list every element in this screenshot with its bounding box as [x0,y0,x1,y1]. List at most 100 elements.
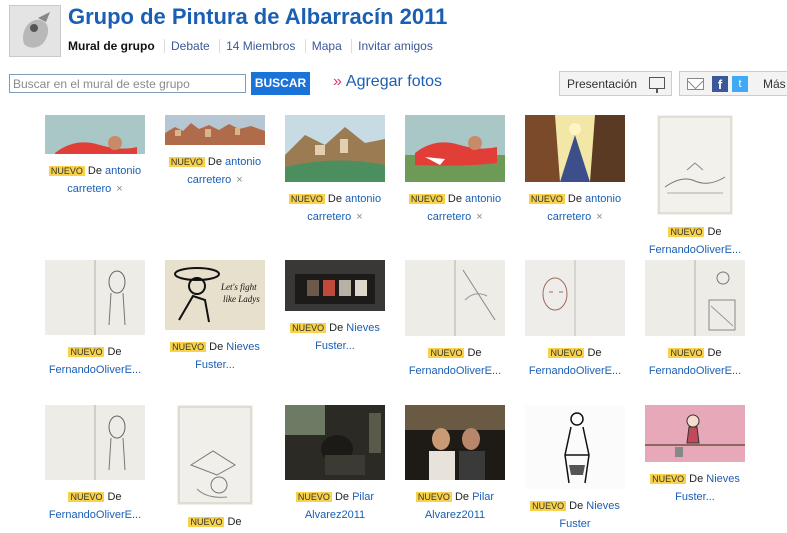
photo-caption: NUEVO De antonio carretero × [510,190,640,226]
tab-members[interactable]: 14 Miembros [219,38,301,53]
author-link[interactable]: Pilar [472,491,494,503]
author-link[interactable]: carretero [67,183,111,195]
caption-line-1: NUEVO De [630,344,760,362]
author-link[interactable]: carretero [547,211,591,223]
photo-caption: NUEVO De antonio carretero × [30,162,160,198]
photo-thumbnail[interactable] [525,115,625,182]
by-label: De [329,322,347,334]
author-link[interactable]: antonio [345,193,381,205]
caption-line-2: carretero × [390,208,520,226]
group-avatar[interactable] [9,5,61,57]
new-badge: NUEVO [415,492,452,502]
photo-caption: NUEVO De FernandoOliverE... [630,223,760,259]
photo-thumbnail[interactable] [525,405,625,489]
photo-thumbnail[interactable] [177,405,253,505]
photo-thumbnail[interactable]: Let's fight like Ladys [165,260,265,330]
caption-line-1: NUEVO De antonio [270,190,400,208]
author-link[interactable]: FernandoOliverE... [49,364,141,376]
remove-icon[interactable]: × [356,211,362,223]
by-label: De [87,165,106,177]
caption-line-2: carretero × [510,208,640,226]
photo-thumbnail[interactable] [45,260,145,335]
photo-thumbnail[interactable] [405,260,505,336]
caption-line-1: NUEVO De Nieves [270,319,400,337]
author-link[interactable]: carretero [427,211,471,223]
photo-thumbnail[interactable] [657,115,733,215]
remove-icon[interactable]: × [476,211,482,223]
author-link[interactable]: Nieves [706,473,740,485]
photo-caption: NUEVO De [150,513,280,531]
twitter-icon[interactable]: t [732,76,748,92]
author-link[interactable]: FernandoOliverE... [529,365,621,377]
caption-line-1: NUEVO De [390,344,520,362]
author-link[interactable]: FernandoOliverE... [49,509,141,521]
add-photos-label: Agregar fotos [345,73,442,90]
remove-icon[interactable]: × [116,183,122,195]
photo-caption: NUEVO De antonio carretero × [390,190,520,226]
author-link[interactable]: Nieves [586,500,620,512]
photo-thumbnail[interactable] [285,115,385,182]
photo-caption: NUEVO De FernandoOliverE... [390,344,520,380]
remove-icon[interactable]: × [236,174,242,186]
photo-thumbnail[interactable] [405,115,505,182]
author-link[interactable]: carretero [187,174,231,186]
new-badge: NUEVO [68,492,105,502]
new-badge: NUEVO [650,474,687,484]
by-label: De [209,341,227,353]
author-link[interactable]: FernandoOliverE... [409,365,501,377]
group-title[interactable]: Grupo de Pintura de Albarracín 2011 [68,4,447,30]
new-badge: NUEVO [668,348,705,358]
author-link[interactable]: Fuster... [195,359,235,371]
chevron-right-icon: » [333,73,342,90]
search-button[interactable]: BUSCAR [251,72,310,95]
photo-thumbnail[interactable] [405,405,505,480]
author-link[interactable]: Alvarez2011 [425,509,485,521]
new-badge: NUEVO [428,348,465,358]
svg-text:like Ladys: like Ladys [223,294,260,304]
presentation-button[interactable]: Presentación [559,71,672,96]
author-link[interactable]: Nieves [346,322,380,334]
more-button[interactable]: Más [763,77,786,91]
mail-icon[interactable] [687,78,704,90]
wall-search-input[interactable] [9,74,246,93]
tab-discussion[interactable]: Debate [164,38,216,53]
tab-group-wall[interactable]: Mural de grupo [68,39,161,53]
photo-thumbnail[interactable] [285,405,385,480]
author-link[interactable]: antonio [585,193,621,205]
author-link[interactable]: Fuster... [315,340,355,352]
tab-map[interactable]: Mapa [304,38,348,53]
caption-line-1: NUEVO De [150,513,280,531]
author-link[interactable]: Pilar [352,491,374,503]
photo-thumbnail[interactable] [45,115,145,154]
photo-thumbnail[interactable] [45,405,145,480]
photo-thumbnail[interactable] [645,260,745,336]
caption-line-1: NUEVO De Pilar [390,488,520,506]
caption-line-2: Fuster... [150,356,280,374]
photo-thumbnail[interactable] [285,260,385,311]
remove-icon[interactable]: × [596,211,602,223]
author-link[interactable]: antonio [105,165,141,177]
author-link[interactable]: carretero [307,211,351,223]
photo-caption: NUEVO De FernandoOliverE... [30,343,160,379]
photo-thumbnail[interactable] [645,405,745,462]
caption-line-2: Fuster... [630,488,760,506]
author-link[interactable]: FernandoOliverE... [649,365,741,377]
tab-invite-friends[interactable]: Invitar amigos [351,38,439,53]
add-photos-link[interactable]: » Agregar fotos [333,73,442,91]
new-badge: NUEVO [295,492,332,502]
facebook-icon[interactable]: f [712,76,728,92]
caption-line-2: Alvarez2011 [270,506,400,524]
author-link[interactable]: Nieves [226,341,260,353]
author-link[interactable]: antonio [225,156,261,168]
caption-line-1: NUEVO De [30,343,160,361]
photo-thumbnail[interactable] [525,260,625,336]
author-link[interactable]: antonio [465,193,501,205]
author-link[interactable]: FernandoOliverE... [649,244,741,256]
new-badge: NUEVO [548,348,585,358]
author-link[interactable]: Fuster [559,518,590,530]
photo-thumbnail[interactable] [165,115,265,145]
author-link[interactable]: Fuster... [675,491,715,503]
caption-line-1: NUEVO De [630,223,760,241]
author-link[interactable]: Alvarez2011 [305,509,365,521]
caption-line-2: FernandoOliverE... [510,362,640,380]
